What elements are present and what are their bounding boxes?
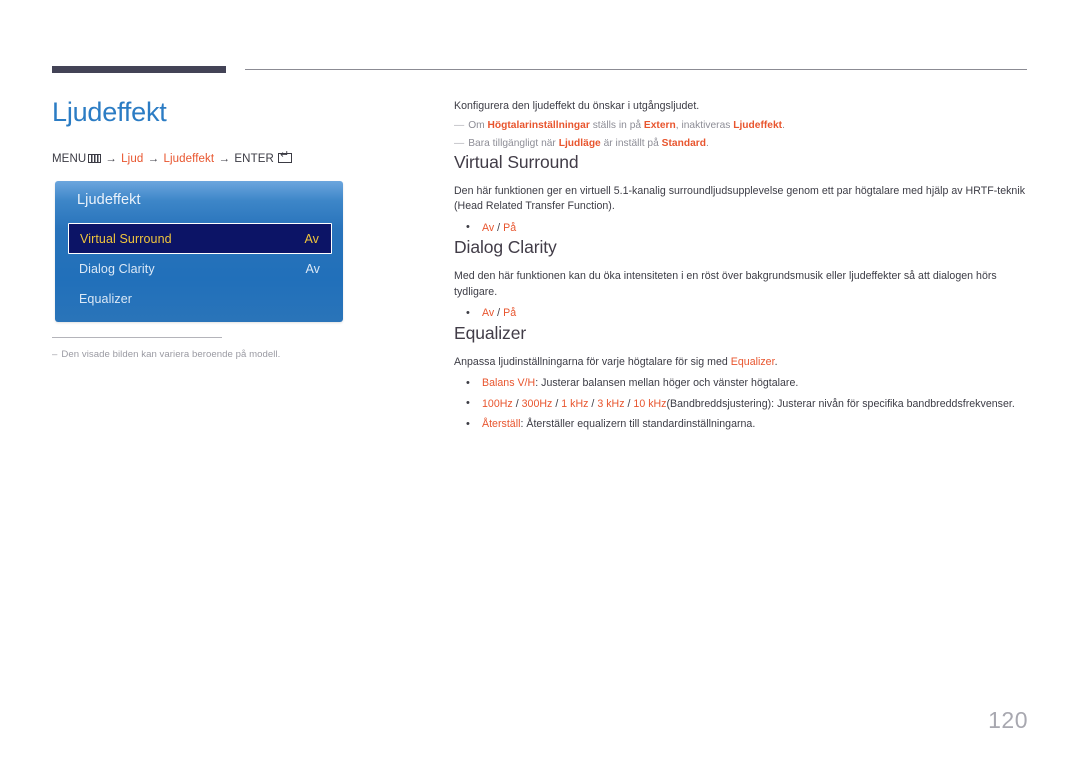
breadcrumb-arrow-2: →	[147, 153, 160, 165]
equalizer-option-aterstall-desc: : Återställer equalizern till standardin…	[520, 418, 756, 430]
freq-separator: /	[552, 397, 562, 410]
section-heading-virtual-surround: Virtual Surround	[454, 151, 579, 172]
note-accent-extern: Extern	[643, 119, 676, 131]
note-accent-hogtalarinstallningar: Högtalarinställningar	[487, 119, 590, 131]
menu-grid-icon	[88, 154, 102, 163]
breadcrumb-step-ljud[interactable]: Ljud	[121, 153, 143, 165]
equalizer-lead-accent: Equalizer	[730, 355, 775, 368]
left-column: Ljudeffekt MENU → Ljud → Ljudeffekt → ENT…	[52, 96, 422, 166]
note-accent-ljudeffekt: Ljudeffekt	[733, 119, 783, 131]
freq-separator: /	[512, 397, 522, 410]
section-paragraph-dialog-clarity: Med den här funktionen kan du öka intens…	[454, 270, 997, 298]
equalizer-lead-post: .	[774, 355, 778, 368]
note-dash: —	[454, 137, 465, 149]
equalizer-freq-300hz: 300Hz	[521, 397, 553, 410]
breadcrumb-enter-label: ENTER	[234, 153, 274, 165]
osd-row-label: Equalizer	[79, 292, 133, 306]
menu-path-prefix: MENU	[52, 153, 87, 165]
option-pa: På	[503, 307, 517, 319]
intro-note-1: — Om Högtalarinställningar ställs in på E…	[454, 118, 1028, 133]
section-paragraph-virtual-surround: Den här funktionen ger en virtuell 5.1-k…	[454, 184, 1026, 213]
option-separator: /	[494, 307, 504, 319]
equalizer-freq-3khz: 3 kHz	[597, 397, 625, 410]
equalizer-option-balans-desc: : Justerar balansen mellan höger och vän…	[535, 377, 799, 389]
list-item: Återställ: Återställer equalizern till s…	[454, 417, 1028, 433]
breadcrumb-arrow-1: →	[105, 153, 117, 165]
note-text-4: .	[782, 119, 785, 131]
note-accent-ljudlage: Ljudläge	[558, 137, 601, 149]
header-rule-thick	[52, 66, 226, 73]
section-bullets-virtual-surround: Av / På	[454, 220, 1028, 237]
note-text-1: Bara tillgängligt när	[468, 137, 559, 149]
page-number: 120	[988, 707, 1028, 733]
section-bullets-dialog-clarity: Av / På	[454, 306, 1028, 322]
note-text-1: Om	[468, 119, 488, 131]
section-bullets-equalizer: Balans V/H: Justerar balansen mellan hög…	[454, 376, 1028, 433]
option-pa: På	[503, 221, 517, 234]
option-av: Av	[482, 221, 495, 234]
note-text-2: är inställt på	[600, 137, 662, 149]
footnote-text: Den visade bilden kan variera beroende p…	[61, 349, 281, 360]
list-item: Av / På	[454, 220, 1028, 237]
header-rule-thin	[245, 69, 1027, 70]
note-text-3: .	[705, 137, 709, 149]
breadcrumb-arrow-3: →	[218, 153, 231, 165]
menu-path-breadcrumb: MENU → Ljud → Ljudeffekt → ENTER	[52, 150, 422, 166]
list-item: Balans V/H: Justerar balansen mellan hög…	[454, 376, 1028, 392]
left-footnote: – Den visade bilden kan variera beroende …	[52, 348, 412, 361]
list-item: 100Hz / 300Hz / 1 kHz / 3 kHz / 10 kHz(B…	[454, 396, 1028, 413]
option-av: Av	[482, 307, 495, 319]
equalizer-lead-pre: Anpassa ljudinställningarna för varje hö…	[454, 355, 731, 368]
equalizer-option-aterstall: Återställ	[482, 418, 521, 430]
right-column: Konfigurera den ljudeffekt du önskar i u…	[454, 99, 1028, 433]
osd-row-value: Av	[304, 231, 319, 246]
osd-title: Ljudeffekt	[77, 192, 141, 208]
equalizer-freq-10khz: 10 kHz	[633, 397, 667, 410]
section-heading-equalizer: Equalizer	[454, 322, 527, 343]
breadcrumb-step-ljudeffekt[interactable]: Ljudeffekt	[164, 153, 215, 165]
page-title: Ljudeffekt	[52, 97, 167, 127]
intro-paragraph: Konfigurera den ljudeffekt du önskar i u…	[454, 100, 700, 112]
note-text-3: , inaktiveras	[675, 119, 734, 131]
equalizer-freq-desc: (Bandbreddsjustering): Justerar nivån fö…	[666, 397, 1015, 410]
equalizer-freq-1khz: 1 kHz	[561, 397, 589, 410]
intro-note-2: — Bara tillgängligt när Ljudläge är instä…	[454, 136, 1028, 151]
note-text-2: ställs in på	[589, 119, 644, 131]
freq-separator: /	[588, 397, 598, 410]
option-separator: /	[494, 221, 504, 234]
osd-row-virtual-surround[interactable]: Virtual Surround Av	[68, 223, 332, 254]
osd-row-equalizer[interactable]: Equalizer	[68, 284, 332, 314]
enter-return-icon	[277, 150, 292, 163]
osd-row-list: Virtual Surround Av Dialog Clarity Av Eq…	[68, 223, 332, 314]
list-item: Av / På	[454, 306, 1028, 322]
equalizer-freq-100hz: 100Hz	[482, 397, 513, 410]
osd-row-dialog-clarity[interactable]: Dialog Clarity Av	[68, 254, 332, 284]
note-accent-standard: Standard	[661, 137, 706, 149]
equalizer-option-balans: Balans V/H	[482, 377, 536, 389]
section-heading-dialog-clarity: Dialog Clarity	[454, 237, 557, 257]
osd-menu-preview: Ljudeffekt Virtual Surround Av Dialog Cl…	[55, 181, 343, 322]
osd-row-label: Virtual Surround	[80, 231, 172, 246]
footnote-dash: –	[52, 349, 58, 360]
osd-row-value: Av	[305, 262, 320, 276]
footnote-rule	[52, 337, 222, 338]
osd-row-label: Dialog Clarity	[79, 262, 155, 276]
note-dash: —	[454, 119, 465, 131]
section-paragraph-equalizer: Anpassa ljudinställningarna för varje hö…	[454, 355, 1028, 371]
